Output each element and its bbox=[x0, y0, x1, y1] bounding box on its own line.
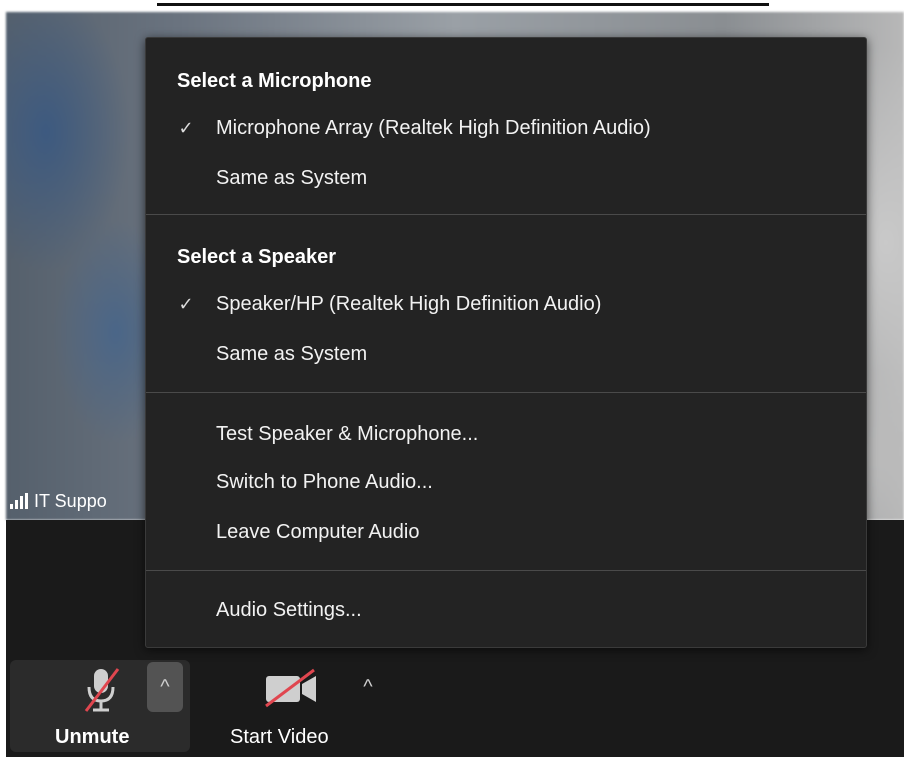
participant-label: IT Suppo bbox=[10, 488, 107, 514]
audio-options-menu: Select a Microphone ✓ Microphone Array (… bbox=[145, 37, 867, 648]
zoom-window: IT Suppo ^ Unmute ^ Start Video Select a… bbox=[0, 0, 904, 757]
video-camera-off-icon[interactable] bbox=[262, 668, 322, 708]
menu-divider bbox=[146, 214, 866, 215]
chevron-up-icon: ^ bbox=[363, 675, 373, 698]
participant-name: IT Suppo bbox=[34, 490, 107, 511]
menu-item-speaker-hp[interactable]: ✓ Speaker/HP (Realtek High Definition Au… bbox=[146, 284, 866, 324]
menu-divider bbox=[146, 392, 866, 393]
video-options-caret-button[interactable]: ^ bbox=[350, 662, 386, 712]
select-speaker-heading: Select a Speaker bbox=[177, 246, 336, 268]
chevron-up-icon: ^ bbox=[160, 675, 170, 698]
microphone-muted-icon bbox=[84, 668, 120, 712]
menu-item-test-speaker-microphone[interactable]: Test Speaker & Microphone... bbox=[146, 414, 866, 454]
menu-divider bbox=[146, 570, 866, 571]
signal-bars-icon bbox=[10, 493, 28, 509]
top-divider bbox=[157, 3, 769, 6]
start-video-label[interactable]: Start Video bbox=[230, 726, 329, 749]
menu-item-microphone-array[interactable]: ✓ Microphone Array (Realtek High Definit… bbox=[146, 108, 866, 148]
checkmark-icon: ✓ bbox=[178, 117, 194, 138]
select-microphone-heading: Select a Microphone bbox=[177, 70, 372, 92]
menu-item-audio-settings[interactable]: Audio Settings... bbox=[146, 590, 866, 630]
audio-options-caret-button[interactable]: ^ bbox=[147, 662, 183, 712]
checkmark-icon: ✓ bbox=[178, 293, 194, 314]
menu-item-speaker-same-as-system[interactable]: Same as System bbox=[146, 334, 866, 374]
menu-item-leave-computer-audio[interactable]: Leave Computer Audio bbox=[146, 512, 866, 552]
unmute-label: Unmute bbox=[55, 726, 130, 748]
menu-item-microphone-same-as-system[interactable]: Same as System bbox=[146, 158, 866, 198]
menu-item-switch-to-phone-audio[interactable]: Switch to Phone Audio... bbox=[146, 462, 866, 502]
